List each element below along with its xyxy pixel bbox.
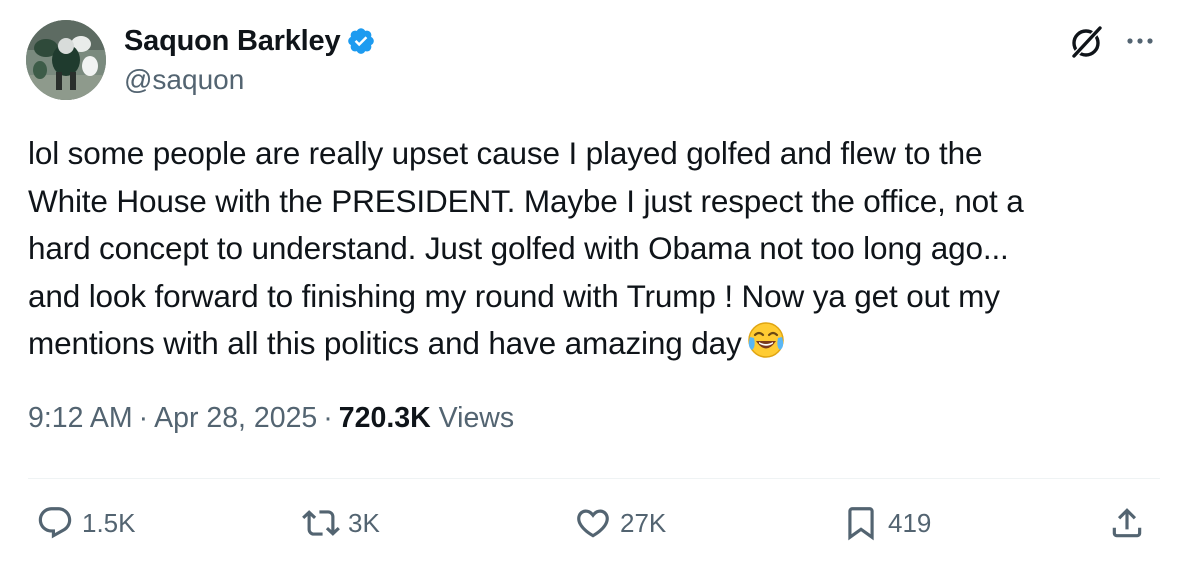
- tweet-time[interactable]: 9:12 AM: [28, 402, 133, 434]
- bookmark-button[interactable]: 419: [842, 504, 931, 542]
- views-count[interactable]: 720.3K: [339, 402, 431, 434]
- user-info: Saquon Barkley @saquon: [124, 22, 376, 96]
- tweet-card: Saquon Barkley @saquon lol some people a…: [0, 0, 1188, 570]
- meta-separator: ·: [323, 402, 333, 434]
- face-with-tears-of-joy-icon: [746, 320, 786, 374]
- tweet-text-line: mentions with all this politics and have…: [28, 325, 742, 361]
- retweet-icon: [302, 504, 340, 542]
- reply-count: 1.5K: [82, 507, 136, 538]
- share-icon: [1108, 504, 1146, 542]
- tweet-text-line: lol some people are really upset cause I…: [28, 135, 983, 171]
- grok-icon[interactable]: [1066, 22, 1106, 62]
- views-label[interactable]: Views: [439, 402, 515, 434]
- display-name[interactable]: Saquon Barkley: [124, 25, 341, 58]
- reply-button[interactable]: 1.5K: [36, 504, 136, 542]
- bookmark-count: 419: [888, 507, 932, 538]
- retweet-button[interactable]: 3K: [302, 504, 380, 542]
- tweet-date[interactable]: Apr 28, 2025: [154, 402, 317, 434]
- name-row: Saquon Barkley: [124, 22, 376, 60]
- tweet-text-line: and look forward to finishing my round w…: [28, 277, 1000, 314]
- handle[interactable]: @saquon: [124, 64, 376, 96]
- like-count: 27K: [620, 507, 667, 538]
- avatar[interactable]: [26, 20, 106, 100]
- bookmark-icon: [842, 504, 880, 542]
- reply-icon: [36, 504, 74, 542]
- meta-separator: ·: [138, 402, 149, 434]
- share-button[interactable]: [1108, 504, 1146, 542]
- tweet-text-line: hard concept to understand. Just golfed …: [28, 230, 1009, 266]
- like-button[interactable]: 27K: [574, 504, 666, 542]
- heart-icon: [574, 504, 612, 542]
- retweet-count: 3K: [348, 507, 380, 538]
- verified-badge-icon[interactable]: [346, 26, 376, 56]
- divider: [28, 478, 1160, 479]
- tweet-meta: 9:12 AM · Apr 28, 2025 · 720.3K Views: [28, 402, 514, 435]
- more-icon[interactable]: [1120, 24, 1160, 60]
- tweet-text-line: White House with the PRESIDENT. Maybe I …: [28, 182, 1024, 219]
- tweet-text: lol some people are really upset cause I…: [28, 130, 1163, 374]
